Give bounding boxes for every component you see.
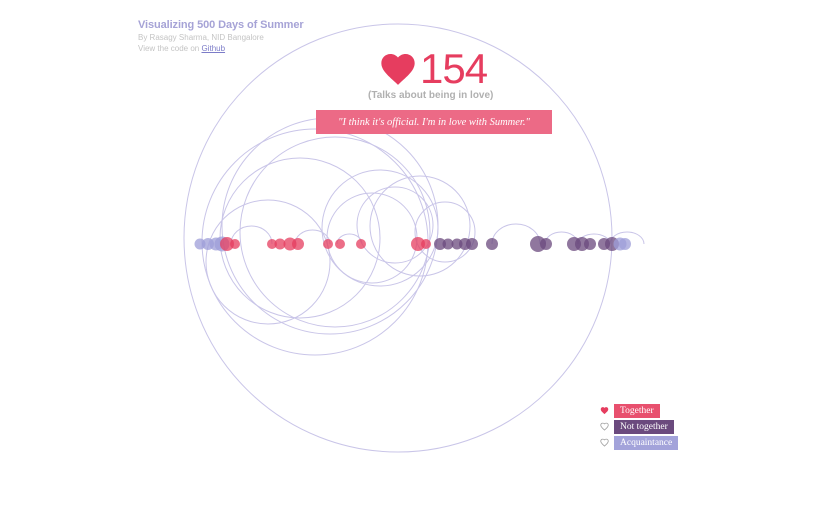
timeline-dot[interactable] <box>466 238 478 250</box>
timeline-dot[interactable] <box>335 239 345 249</box>
heart-filled-icon <box>600 407 609 415</box>
legend-item-acquaintance[interactable]: Acquaintance <box>600 435 679 450</box>
count-subtitle: (Talks about being in love) <box>368 90 494 101</box>
heart-outline-icon <box>600 438 609 447</box>
timeline-dot[interactable] <box>292 238 304 250</box>
quote-banner: "I think it's official. I'm in love with… <box>316 110 552 134</box>
legend-item-not-together[interactable]: Not together <box>600 419 678 434</box>
connection-arc <box>239 136 431 328</box>
legend-label-not-together[interactable]: Not together <box>614 419 674 434</box>
legend-item-together[interactable]: Together <box>600 403 678 418</box>
heart-outline-icon <box>600 422 609 431</box>
timeline-dot[interactable] <box>421 239 431 249</box>
timeline-dot[interactable] <box>584 238 596 250</box>
connection-arc <box>356 186 434 264</box>
timeline-dot[interactable] <box>486 238 498 250</box>
connection-arc <box>219 157 381 319</box>
legend-label-together[interactable]: Together <box>614 403 660 418</box>
timeline-dot[interactable] <box>323 239 333 249</box>
connection-arc <box>369 175 471 277</box>
connection-arc <box>326 192 418 284</box>
legend-label-acquaintance[interactable]: Acquaintance <box>614 435 679 450</box>
love-count: 154 <box>420 45 488 92</box>
heart-icon <box>381 54 415 85</box>
legend: Together Not together Acquaintance <box>600 403 679 451</box>
timeline-dot[interactable] <box>619 238 631 250</box>
connection-arc <box>205 199 331 325</box>
timeline-dot[interactable] <box>230 239 240 249</box>
connection-arc <box>414 201 476 263</box>
timeline-dot[interactable] <box>540 238 552 250</box>
count-display: 154 <box>378 44 488 94</box>
timeline-dots <box>194 236 631 252</box>
timeline-dot[interactable] <box>356 239 366 249</box>
